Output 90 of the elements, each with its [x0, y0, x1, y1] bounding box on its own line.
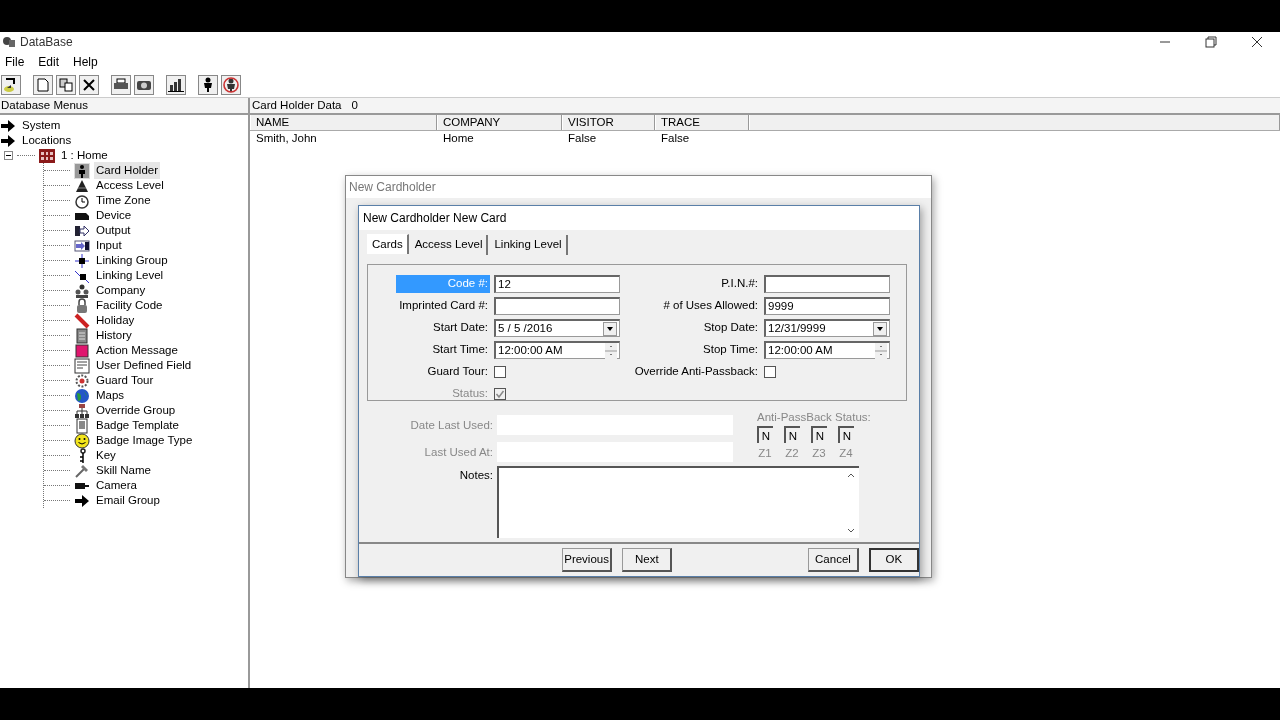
- column-header[interactable]: COMPANY: [437, 115, 562, 130]
- badge-icon: [74, 417, 90, 434]
- menu-item[interactable]: File: [5, 53, 25, 71]
- dialog-button[interactable]: Previous: [562, 548, 613, 572]
- window-title: DataBase: [20, 34, 73, 51]
- tab[interactable]: Cards: [367, 234, 409, 254]
- dialog-title: New Cardholder New Card: [363, 210, 507, 227]
- person-icon[interactable]: [198, 74, 218, 95]
- zone-label: Z1: [758, 446, 772, 462]
- person-icon: [74, 162, 90, 179]
- table-cell-text: False: [567, 131, 598, 147]
- dialog-title: New Cardholder: [349, 179, 436, 196]
- menu-item[interactable]: Edit: [38, 53, 60, 71]
- input-field[interactable]: [764, 275, 890, 293]
- notes-field[interactable]: [497, 465, 859, 538]
- field-label: Last Used At:: [423, 444, 493, 460]
- field-label: Imprinted Card #:: [398, 298, 489, 314]
- bars-icon[interactable]: [166, 74, 186, 95]
- arrow-icon: [0, 134, 16, 147]
- spinner-icon[interactable]: [875, 342, 887, 359]
- field-label: Stop Date:: [702, 320, 759, 336]
- spinner-icon[interactable]: [605, 342, 617, 359]
- date-dropdown[interactable]: 12/31/9999: [764, 319, 890, 337]
- column-header[interactable]: TRACE: [655, 115, 749, 130]
- field-label: # of Uses Allowed:: [662, 298, 759, 314]
- exit-icon[interactable]: [1, 74, 21, 95]
- field-label: Code #:: [396, 275, 490, 293]
- square-icon: [74, 342, 90, 359]
- dialog-button[interactable]: Cancel: [808, 548, 859, 572]
- field-label: Date Last Used:: [409, 418, 493, 433]
- lock-icon: [74, 297, 90, 314]
- gear-icon: [74, 372, 90, 389]
- checkbox[interactable]: [764, 366, 776, 378]
- delete-icon[interactable]: [79, 74, 99, 95]
- zone-status: N: [811, 426, 827, 444]
- hammer-icon: [74, 462, 90, 479]
- network-icon: [74, 402, 90, 419]
- document-icon: [74, 327, 90, 344]
- camera-icon[interactable]: [134, 74, 154, 95]
- globe-icon: [74, 387, 90, 404]
- field-label: Start Time:: [431, 342, 489, 358]
- checkbox[interactable]: [494, 366, 506, 378]
- table-cell-text: Home: [442, 131, 475, 147]
- input-field[interactable]: 12: [494, 275, 620, 293]
- input-field[interactable]: [494, 297, 620, 315]
- field-label: Start Date:: [432, 320, 489, 336]
- link-icon: [74, 252, 90, 269]
- collapse-icon[interactable]: [4, 151, 13, 160]
- table-cell-text: Smith, John: [255, 131, 318, 147]
- field-label: Guard Tour:: [426, 364, 489, 380]
- panel-title: Database Menus: [1, 97, 88, 113]
- arrow-icon: [74, 492, 90, 509]
- section-label: Anti-PassBack Status:: [757, 410, 872, 425]
- form-icon: [74, 357, 90, 374]
- date-dropdown[interactable]: 5 / 5 /2016: [494, 319, 620, 337]
- time-field[interactable]: 12:00:00 AM: [764, 341, 890, 359]
- field-label: Stop Time:: [702, 342, 759, 358]
- zone-status: N: [838, 426, 854, 444]
- new-document-icon[interactable]: [33, 74, 53, 95]
- column-header[interactable]: VISITOR: [562, 115, 655, 130]
- field-label: Status:: [451, 386, 489, 402]
- tab[interactable]: Access Level: [410, 235, 489, 255]
- zone-label: Z3: [812, 446, 826, 462]
- column-header[interactable]: NAME: [250, 115, 437, 130]
- field-label: Override Anti-Passback:: [633, 364, 759, 380]
- time-field[interactable]: 12:00:00 AM: [494, 341, 620, 359]
- field-label: P.I.N.#:: [720, 276, 759, 292]
- field-label: Notes:: [458, 467, 493, 483]
- record-count: 0: [351, 97, 358, 113]
- tab[interactable]: Linking Level: [490, 235, 568, 255]
- people-icon: [74, 282, 90, 299]
- zone-label: Z2: [785, 446, 799, 462]
- app-icon: [2, 35, 16, 49]
- dialog-button[interactable]: Next: [622, 548, 673, 572]
- building-icon: [39, 148, 55, 163]
- zone-status: N: [757, 426, 773, 444]
- panel-title: Card Holder Data: [252, 97, 342, 113]
- tree-item[interactable]: Card Holder: [94, 161, 160, 180]
- clock-icon: [74, 192, 90, 209]
- zone-status: N: [784, 426, 800, 444]
- menu-item[interactable]: Help: [73, 53, 98, 71]
- arrow-icon: [0, 119, 16, 132]
- dialog-button[interactable]: OK: [868, 548, 919, 572]
- no-person-icon[interactable]: [221, 74, 241, 95]
- table-cell-text: False: [660, 131, 691, 147]
- copy-icon[interactable]: [56, 74, 76, 95]
- printer-icon[interactable]: [111, 74, 131, 95]
- smiley-icon: [74, 432, 90, 449]
- input-field[interactable]: 9999: [764, 297, 890, 315]
- zone-label: Z4: [839, 446, 853, 462]
